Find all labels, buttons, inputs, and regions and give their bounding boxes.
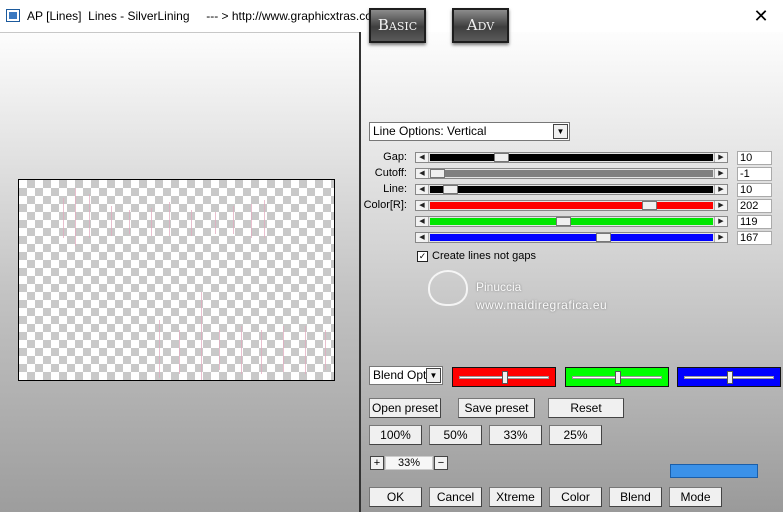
reset-button[interactable]: Reset [548, 398, 624, 418]
zoom-33-button[interactable]: 33% [489, 425, 542, 445]
arrow-right-icon[interactable]: ▶ [714, 201, 727, 210]
zoom-25-button[interactable]: 25% [549, 425, 602, 445]
slider-fill [430, 218, 713, 225]
slider-fill [430, 186, 713, 193]
slider-label: Line: [383, 183, 407, 195]
window-title: AP [Lines] Lines - SilverLining --- > ht… [27, 9, 382, 23]
zoom-100-button[interactable]: 100% [369, 425, 422, 445]
arrow-left-icon[interactable]: ◀ [416, 153, 429, 162]
slider-thumb[interactable] [556, 217, 571, 226]
slider-fill [430, 234, 713, 241]
zoom-value: 33% [385, 456, 433, 470]
chevron-down-icon[interactable]: ▼ [426, 368, 441, 383]
slider-thumb[interactable] [443, 185, 458, 194]
blend-slider-thumb[interactable] [727, 371, 733, 384]
slider-value[interactable]: 167 [737, 231, 772, 245]
zoom-in-button[interactable]: + [370, 456, 384, 470]
slider-track[interactable]: ◀ ▶ [415, 200, 728, 211]
arrow-right-icon[interactable]: ▶ [714, 185, 727, 194]
blend-slider-box[interactable] [677, 367, 781, 387]
create-lines-label[interactable]: Create lines not gaps [432, 250, 536, 262]
arrow-left-icon[interactable]: ◀ [416, 233, 429, 242]
ok-button[interactable]: OK [369, 487, 422, 507]
mode-button[interactable]: Mode [669, 487, 722, 507]
slider-value[interactable]: 119 [737, 215, 772, 229]
preview-canvas[interactable] [18, 179, 335, 381]
open-preset-button[interactable]: Open preset [369, 398, 441, 418]
slider-thumb[interactable] [642, 201, 657, 210]
slider-thumb[interactable] [596, 233, 611, 242]
slider-track[interactable]: ◀ ▶ [415, 152, 728, 163]
slider-track[interactable]: ◀ ▶ [415, 232, 728, 243]
arrow-right-icon[interactable]: ▶ [714, 233, 727, 242]
color-button[interactable]: Color [549, 487, 602, 507]
blend-options-select[interactable]: Blend Optio ▼ [369, 366, 443, 385]
zoom-out-button[interactable]: − [434, 456, 448, 470]
arrow-left-icon[interactable]: ◀ [416, 185, 429, 194]
blend-slider-thumb[interactable] [502, 371, 508, 384]
arrow-right-icon[interactable]: ▶ [714, 153, 727, 162]
blend-slider-thumb[interactable] [615, 371, 621, 384]
arrow-left-icon[interactable]: ◀ [416, 169, 429, 178]
slider-value[interactable]: 10 [737, 151, 772, 165]
slider-track[interactable]: ◀ ▶ [415, 168, 728, 179]
arrow-right-icon[interactable]: ▶ [714, 217, 727, 226]
blend-slider-box[interactable] [565, 367, 669, 387]
slider-fill [430, 154, 713, 161]
zoom-50-button[interactable]: 50% [429, 425, 482, 445]
arrow-right-icon[interactable]: ▶ [714, 169, 727, 178]
slider-track[interactable]: ◀ ▶ [415, 184, 728, 195]
slider-label: Color[R]: [363, 199, 407, 211]
save-preset-button[interactable]: Save preset [458, 398, 535, 418]
chevron-down-icon[interactable]: ▼ [553, 124, 568, 139]
slider-fill [430, 170, 713, 177]
app-icon [6, 9, 20, 22]
slider-thumb[interactable] [430, 169, 445, 178]
slider-value[interactable]: 10 [737, 183, 772, 197]
arrow-left-icon[interactable]: ◀ [416, 201, 429, 210]
create-lines-checkbox[interactable]: ✓ [417, 251, 428, 262]
preview-pane [0, 32, 359, 512]
line-options-value: Line Options: Vertical [373, 124, 487, 138]
slider-value[interactable]: -1 [737, 167, 772, 181]
arrow-left-icon[interactable]: ◀ [416, 217, 429, 226]
slider-thumb[interactable] [494, 153, 509, 162]
slider-label: Gap: [383, 151, 407, 163]
cancel-button[interactable]: Cancel [429, 487, 482, 507]
adv-button[interactable]: Adv [452, 8, 509, 43]
slider-label: Cutoff: [374, 167, 407, 179]
blend-slider-box[interactable] [452, 367, 556, 387]
slider-value[interactable]: 202 [737, 199, 772, 213]
color-swatch[interactable] [670, 464, 758, 478]
basic-button[interactable]: Basic [369, 8, 426, 43]
close-button[interactable]: ✕ [751, 6, 771, 26]
slider-fill [430, 202, 713, 209]
slider-track[interactable]: ◀ ▶ [415, 216, 728, 227]
xtreme-button[interactable]: Xtreme [489, 487, 542, 507]
line-options-select[interactable]: Line Options: Vertical ▼ [369, 122, 570, 141]
blend-button[interactable]: Blend [609, 487, 662, 507]
